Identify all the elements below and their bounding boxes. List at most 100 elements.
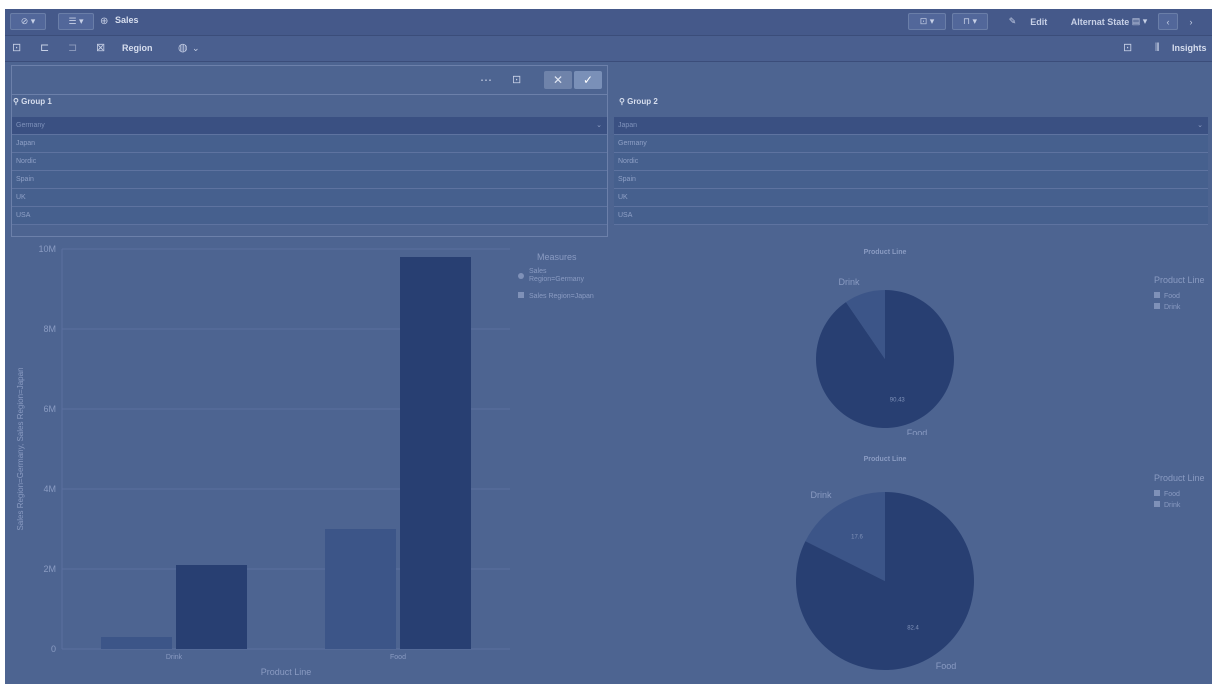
group2-list-item[interactable]: Japan ⌄: [614, 117, 1208, 135]
x-tick-label: Food: [390, 654, 406, 661]
y-tick-label: 6M: [43, 404, 56, 414]
sheet-menu-button[interactable]: ☰ ▾: [58, 13, 94, 30]
selection-popover-header: ⋯ ⊡ ✕ ✓: [12, 66, 607, 95]
group1-list-item[interactable]: Spain: [12, 171, 607, 189]
pie-category-label-drink: Drink: [838, 277, 860, 287]
confirm-selection-button[interactable]: ✓: [574, 71, 602, 89]
pencil-icon: ✎: [1008, 16, 1017, 26]
states-icon: ▤: [1131, 16, 1141, 26]
y-tick-label: 2M: [43, 564, 56, 574]
selection-settings-icon[interactable]: ⊡: [512, 73, 521, 87]
pie-chart-1[interactable]: Product Line 90.43 Drink Food Product Line Fo…: [612, 235, 1212, 435]
group1-list-item-label: Germany: [16, 122, 45, 129]
legend-label: Food: [1164, 491, 1180, 498]
navigation-menu-button[interactable]: ⊘ ▾: [10, 13, 46, 30]
bar-sales-region-japan-drink: [176, 565, 247, 649]
search-icon: ⚲: [13, 97, 19, 106]
group1-list-item[interactable]: Nordic: [12, 153, 607, 171]
group2-list-item-label: UK: [618, 194, 628, 201]
group2-label: Group 2: [627, 97, 658, 106]
presentation-icon: ⊡: [919, 16, 928, 26]
insights-label[interactable]: Insights: [1172, 43, 1207, 53]
app-title: Sales: [115, 15, 139, 25]
group2-list-item[interactable]: UK: [614, 189, 1208, 207]
group2-list-item[interactable]: Spain: [614, 171, 1208, 189]
chevron-down-icon: ▾: [30, 16, 36, 26]
pie-title: Product Line: [864, 456, 907, 463]
legend-marker: [1154, 292, 1160, 298]
chevron-down-icon: ▾: [972, 16, 978, 26]
group2-list-item-label: USA: [618, 212, 633, 219]
group1-label: Group 1: [21, 97, 52, 106]
smart-search-icon[interactable]: ⊡: [12, 41, 21, 55]
pie-title: Product Line: [864, 249, 907, 256]
list-icon: ☰: [68, 16, 77, 26]
selection-tool-icon[interactable]: ⊡: [1123, 41, 1132, 55]
x-axis-title: Product Line: [261, 667, 312, 677]
legend-label: Drink: [1164, 502, 1181, 509]
y-tick-label: 10M: [38, 244, 56, 254]
step-back-icon[interactable]: ⊏: [40, 41, 49, 55]
y-tick-label: 8M: [43, 324, 56, 334]
bookmark-button[interactable]: ⊓ ▾: [952, 13, 988, 30]
group2-list-item[interactable]: Germany: [614, 135, 1208, 153]
pie-category-label-food: Food: [936, 661, 957, 671]
chevron-left-icon: ‹: [1166, 16, 1170, 27]
group2-list-item-label: Nordic: [618, 158, 639, 165]
legend-title: Product Line: [1154, 473, 1205, 483]
group1-list-item[interactable]: Japan: [12, 135, 607, 153]
bar-sales-region-japan-food: [400, 257, 471, 649]
present-button[interactable]: ⊡ ▾: [908, 13, 946, 30]
group1-list-item[interactable]: UK: [12, 189, 607, 207]
alternate-state-button[interactable]: Alternat State ▤ ▾: [1065, 13, 1153, 30]
step-forward-icon[interactable]: ⊐: [68, 41, 77, 55]
legend-label: Food: [1164, 293, 1180, 300]
legend-label-germany-2: Region=Germany: [529, 276, 585, 283]
selection-field-label[interactable]: Region: [122, 43, 153, 53]
bookmark-icon: ⊓: [962, 16, 970, 26]
legend-label-japan: Sales Region=Japan: [529, 293, 594, 300]
group2-search[interactable]: ⚲ Group 2: [619, 93, 658, 111]
chevron-down-icon: ▾: [79, 16, 84, 26]
group1-search[interactable]: ⚲ Group 1: [13, 93, 52, 111]
group1-list-item-label: USA: [16, 212, 31, 219]
legend-title: Product Line: [1154, 275, 1205, 285]
group1-list-item-label: Spain: [16, 176, 34, 183]
pie-data-label: 82.4: [907, 625, 919, 631]
next-sheet-button[interactable]: ›: [1181, 13, 1201, 30]
selection-count-icon[interactable]: ◍: [178, 41, 188, 55]
legend-marker: [518, 273, 524, 279]
insights-icon[interactable]: ⫴: [1155, 41, 1160, 55]
legend-marker: [1154, 303, 1160, 309]
group1-list-item-label: UK: [16, 194, 26, 201]
group1-list-item[interactable]: USA: [12, 207, 607, 225]
chevron-down-icon: ▾: [1142, 16, 1148, 26]
pie-category-label-drink: Drink: [810, 490, 832, 500]
legend-label-germany: Sales: [529, 268, 547, 275]
more-options-icon[interactable]: ⋯: [480, 73, 492, 87]
edit-button[interactable]: ✎ Edit: [995, 13, 1061, 30]
chevron-down-icon[interactable]: ⌄: [192, 41, 200, 55]
group2-list-item-label: Spain: [618, 176, 636, 183]
chevron-down-icon: ⌄: [1197, 122, 1203, 129]
chevron-down-icon: ▾: [929, 16, 935, 26]
clear-selections-icon[interactable]: ⊠: [96, 41, 105, 55]
legend-title: Measures: [537, 252, 577, 262]
legend-marker: [518, 292, 524, 298]
group1-listbox: Germany ⌄ Japan Nordic Spain UK USA: [12, 117, 607, 225]
legend-label: Drink: [1164, 304, 1181, 311]
group1-list-item[interactable]: Germany ⌄: [12, 117, 607, 135]
app-window: ⊘ ▾ ☰ ▾ ⊕ Sales ⊡ ▾ ⊓ ▾ ✎ Edit Alternat …: [5, 9, 1212, 684]
previous-sheet-button[interactable]: ‹: [1158, 13, 1178, 30]
group2-list-item-label: Germany: [618, 140, 647, 147]
pie-chart-2[interactable]: Product Line 82.4 17.6 Drink Food Product Lin…: [612, 435, 1212, 684]
selections-bar: ⊡ ⊏ ⊐ ⊠ Region ◍ ⌄ ⊡ ⫴ Insights: [5, 36, 1212, 62]
checkmark-icon: ✓: [582, 73, 594, 87]
group2-list-item[interactable]: Nordic: [614, 153, 1208, 171]
cancel-selection-button[interactable]: ✕: [544, 71, 572, 89]
bar-chart[interactable]: 0 2M 4M 6M 8M 10M Drink Food Product Line Sales R…: [5, 235, 610, 684]
group2-list-item[interactable]: USA: [614, 207, 1208, 225]
chevron-right-icon: ›: [1189, 16, 1193, 27]
legend-marker: [1154, 490, 1160, 496]
pie-data-label: 90.43: [890, 398, 906, 404]
